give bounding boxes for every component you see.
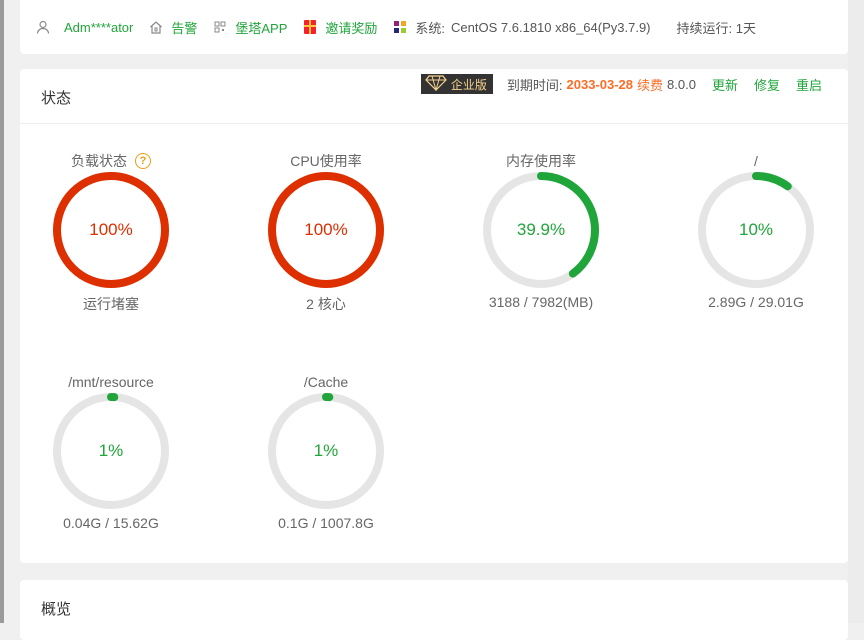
gauge-ring: 100% [268,172,384,288]
gauge-sub: 运行堵塞 [83,296,139,312]
status-card-header: 状态 企业版 到期时间: 2033-03-28 续费 8.0.0 更新 修复 重… [20,69,848,124]
gauge-ring: 100% [53,172,169,288]
gauge-disk-cache[interactable]: /Cache 1% 0.1G / 1007.8G [256,371,396,531]
enterprise-label: 企业版 [450,77,487,92]
status-card: 状态 企业版 到期时间: 2033-03-28 续费 8.0.0 更新 修复 重… [20,69,848,563]
system-item: 系统: CentOS 7.6.1810 x86_64(Py3.7.9) [393,18,651,37]
home-alert-icon [149,20,163,34]
gauge-memory[interactable]: 内存使用率 39.9% 3188 / 7982(MB) [471,150,611,310]
help-icon[interactable]: ? [135,153,151,169]
version-text: 8.0.0 [667,76,696,92]
gauge-label: 负载状态 [71,153,127,169]
enterprise-badge[interactable]: 企业版 [420,74,493,94]
app-link[interactable]: 堡塔APP [235,18,287,37]
expire-date: 2033-03-28 [566,76,634,92]
app-item[interactable]: 堡塔APP [213,18,287,37]
username-link[interactable]: Adm****ator [64,20,133,35]
gauge-cpu[interactable]: CPU使用率 100% 2 核心 [256,150,396,314]
gauge-load[interactable]: 负载状态 ? 100% 运行堵塞 [41,150,181,314]
alert-item[interactable]: 告警 [149,18,197,37]
gauge-sub: 2.89G / 29.01G [708,294,804,310]
gauge-label: / [754,153,758,169]
gauge-ring: 39.9% [483,172,599,288]
expire-label: 到期时间: [506,77,563,93]
gauge-label: 内存使用率 [506,153,576,169]
uptime-item: 持续运行: 1天 [677,18,756,37]
gift-icon [303,20,317,34]
gauge-sub: 3188 / 7982(MB) [488,294,594,310]
overview-title: 概览 [41,601,72,618]
overview-card: 概览 [20,580,848,640]
gauge-sub: 2 核心 [306,296,346,312]
repair-link[interactable]: 修复 [754,75,780,94]
gauge-label: /Cache [303,374,349,390]
gauge-sub: 0.04G / 15.62G [63,515,159,531]
gauge-sub: 0.1G / 1007.8G [278,515,374,531]
gauge-value: 100% [304,220,348,239]
top-info-bar: Adm****ator 告警 堡塔APP 邀请奖励 系统: CentOS 7.6… [20,0,848,54]
scroll-gutter [848,0,864,623]
system-label: 系统: [415,20,446,36]
renew-link[interactable]: 续费 [637,75,663,94]
gauge-value: 100% [89,220,133,239]
user-item[interactable]: Adm****ator [36,20,133,35]
gauge-disk-root[interactable]: / 10% 2.89G / 29.01G [686,150,826,310]
gauge-ring: 1% [268,393,384,509]
update-link[interactable]: 更新 [712,75,738,94]
gauge-value: 39.9% [516,220,566,239]
gauge-label: CPU使用率 [290,153,362,169]
invite-item[interactable]: 邀请奖励 [303,18,377,37]
system-value: CentOS 7.6.1810 x86_64(Py3.7.9) [451,19,651,35]
gauge-value: 1% [313,441,339,460]
diamond-icon [425,74,447,94]
gauge-label: /mnt/resource [68,374,154,390]
alert-link[interactable]: 告警 [171,18,197,37]
restart-link[interactable]: 重启 [796,75,822,94]
gauge-value: 10% [738,220,774,239]
user-icon [36,20,50,34]
status-title: 状态 [41,90,72,107]
gauge-ring: 10% [698,172,814,288]
window-edge [0,0,4,623]
system-logo-icon [393,20,407,34]
invite-link[interactable]: 邀请奖励 [325,18,377,37]
license-info: 企业版 到期时间: 2033-03-28 续费 8.0.0 更新 修复 重启 [420,74,822,94]
gauge-ring: 1% [53,393,169,509]
uptime-text: 持续运行: 1天 [676,20,756,36]
gauge-value: 1% [98,441,124,460]
qrcode-icon [213,20,227,34]
gauge-disk-mnt-resource[interactable]: /mnt/resource 1% 0.04G / 15.62G [41,371,181,531]
